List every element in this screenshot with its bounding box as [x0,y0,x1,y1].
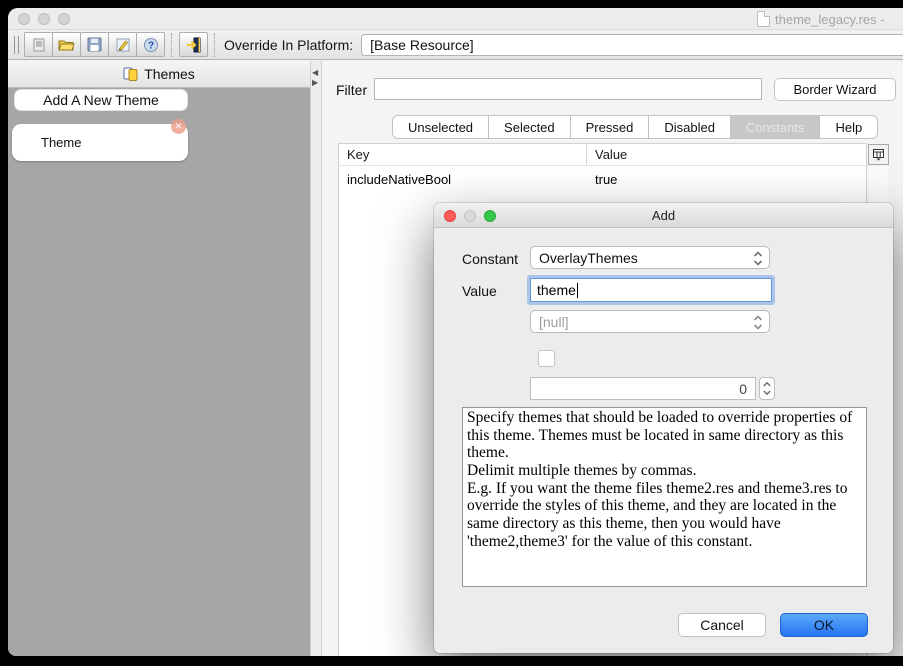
value-input-text: theme [537,282,576,298]
table-row[interactable]: includeNativeBool true [339,166,866,193]
splitter-collapse-arrows[interactable]: ◀ ▶ [312,69,318,87]
dialog-close-button[interactable] [444,210,456,222]
import-exit-icon [186,37,202,53]
collapse-left-icon[interactable]: ◀ [312,69,318,77]
window-titlebar: theme_legacy.res - [8,8,903,30]
type-select-value: [null] [539,314,569,330]
dialog-window-controls [444,210,496,222]
chevron-updown-icon [752,314,764,331]
type-select[interactable]: [null] [530,310,770,333]
toolbar: ? Override In Platform: [Base Resource] [8,30,903,60]
boolean-checkbox[interactable] [538,350,555,367]
override-platform-label: Override In Platform: [224,37,353,53]
text-caret [577,283,578,298]
number-spinner-input[interactable]: 0 [530,377,756,400]
save-icon [87,37,102,52]
override-platform-button[interactable] [179,32,208,57]
border-wizard-label: Border Wizard [793,82,876,97]
toolbar-drag-handle[interactable] [14,36,19,54]
constant-description: Specify themes that should be loaded to … [462,407,867,587]
chevron-updown-icon [752,250,764,267]
close-window-button[interactable] [18,13,30,25]
constant-label: Constant [462,251,518,267]
remove-theme-icon[interactable]: ✕ [171,119,186,134]
add-theme-label: Add A New Theme [43,92,159,108]
border-wizard-button[interactable]: Border Wizard [774,78,896,101]
add-constant-dialog: Add Constant OverlayThemes Value theme [… [434,203,893,653]
edit-button[interactable] [108,32,137,57]
spinner-stepper[interactable] [759,377,775,400]
zoom-window-button[interactable] [58,13,70,25]
tab-disabled[interactable]: Disabled [649,115,731,139]
constant-select[interactable]: OverlayThemes [530,246,770,269]
filter-label: Filter [336,82,367,98]
minimize-window-button[interactable] [38,13,50,25]
screen: theme_legacy.res - [0,0,903,666]
theme-list-item[interactable]: Theme ✕ [12,124,188,161]
value-label: Value [462,283,497,299]
themes-icon [123,67,138,81]
svg-text:?: ? [147,40,153,51]
override-platform-value: [Base Resource] [370,37,474,53]
tab-selected[interactable]: Selected [489,115,571,139]
toolbar-separator [214,33,215,57]
dialog-zoom-button[interactable] [484,210,496,222]
save-button[interactable] [80,32,109,57]
tab-constants[interactable]: Constants [731,115,821,139]
table-header: Key Value [339,144,866,166]
override-platform-select[interactable]: [Base Resource] [361,34,903,56]
new-doc-button[interactable] [24,32,53,57]
add-theme-button[interactable]: Add A New Theme [14,89,188,111]
stepper-arrows-icon [762,380,772,397]
tab-help[interactable]: Help [820,115,878,139]
value-input[interactable]: theme [530,278,772,302]
window-controls [18,13,70,25]
table-column-options-button[interactable] [868,144,889,165]
open-folder-icon [58,37,75,53]
splitter[interactable]: ◀ ▶ [310,61,322,656]
cell-value: true [587,172,866,187]
dialog-title: Add [652,208,675,223]
spinner-value: 0 [739,381,747,397]
cancel-button[interactable]: Cancel [678,613,766,637]
filter-input[interactable] [374,78,762,100]
new-doc-icon [31,37,47,53]
themes-sidebar: Themes Add A New Theme Theme ✕ [8,61,310,656]
window-title: theme_legacy.res - [757,11,885,27]
tab-pressed[interactable]: Pressed [571,115,650,139]
open-button[interactable] [52,32,81,57]
ok-button[interactable]: OK [780,613,868,637]
help-button[interactable]: ? [136,32,165,57]
themes-header: Themes [8,61,310,88]
help-icon: ? [143,37,159,53]
edit-pencil-icon [115,37,131,53]
constant-select-value: OverlayThemes [539,250,638,266]
column-header-value[interactable]: Value [587,147,866,162]
window-title-text: theme_legacy.res - [775,12,885,27]
collapse-right-icon[interactable]: ▶ [312,79,318,87]
style-tabs: Unselected Selected Pressed Disabled Con… [392,115,878,139]
cell-key: includeNativeBool [339,172,587,187]
themes-header-label: Themes [144,66,195,82]
toolbar-separator [171,33,172,57]
tab-unselected[interactable]: Unselected [392,115,489,139]
table-options-icon [872,148,885,161]
document-icon [757,11,770,27]
theme-item-label: Theme [41,135,81,150]
column-header-key[interactable]: Key [339,144,587,165]
dialog-minimize-button[interactable] [464,210,476,222]
dialog-titlebar: Add [434,203,893,228]
